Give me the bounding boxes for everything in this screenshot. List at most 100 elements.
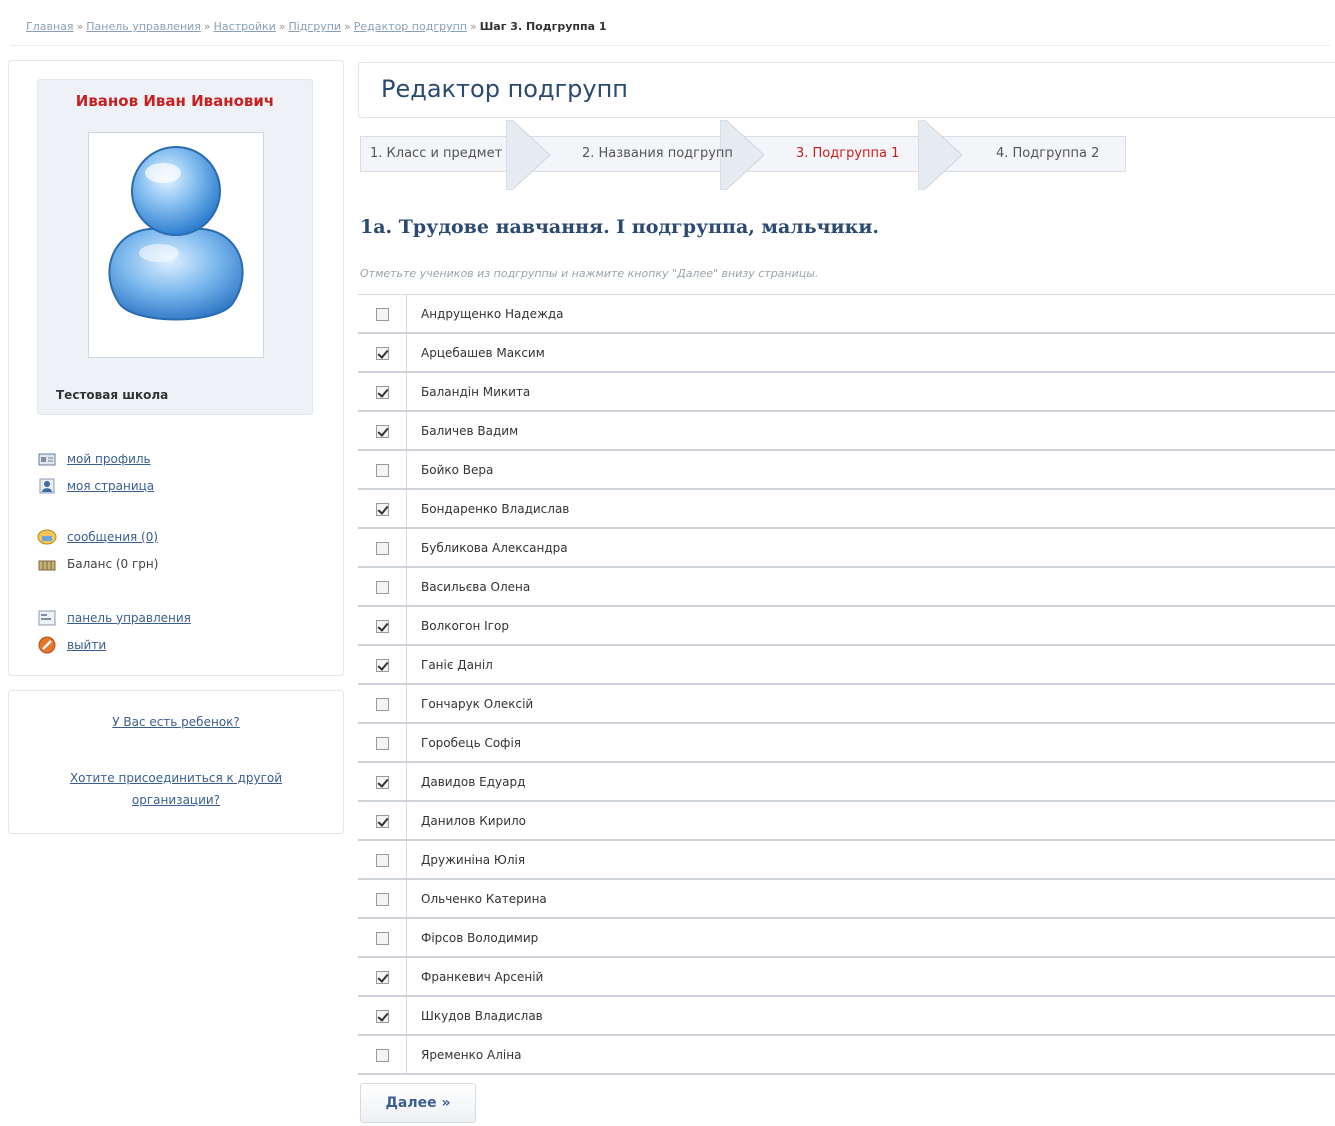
student-name: Шкудов Владислав	[406, 996, 1335, 1036]
step-3-subgroup-1[interactable]: 3. Подгруппа 1	[796, 146, 899, 161]
student-name: Баличев Вадим	[406, 411, 1335, 451]
checkbox-cell	[358, 645, 407, 685]
student-checkbox[interactable]	[375, 814, 389, 828]
profile-card-icon	[37, 451, 57, 467]
wizard-steps: 1. Класс и предмет 2. Названия подгрупп …	[360, 120, 1140, 190]
breadcrumb-separator: »	[278, 20, 286, 33]
table-row: Фірсов Володимир	[358, 918, 1335, 958]
students-table: Андрущенко Надежда Арцебашев Максим Баланд…	[358, 294, 1335, 1075]
student-name: Бондаренко Владислав	[406, 489, 1335, 529]
breadcrumb-separator: »	[344, 20, 351, 33]
checkbox-cell	[358, 372, 407, 412]
student-checkbox[interactable]	[375, 307, 389, 321]
control-panel-link[interactable]: панель управления	[67, 611, 191, 625]
checkbox-cell	[358, 801, 407, 841]
school-name: Тестовая школа	[56, 388, 169, 402]
my-profile-link[interactable]: мой профиль	[67, 452, 151, 466]
student-name: Дружиніна Юлія	[406, 840, 1335, 880]
student-checkbox[interactable]	[375, 385, 389, 399]
student-name: Гончарук Олексій	[406, 684, 1335, 724]
breadcrumb-separator: »	[469, 20, 477, 33]
table-row: Бойко Вера	[358, 450, 1335, 490]
student-name: Франкевич Арсеній	[406, 957, 1335, 997]
table-row: Ганіє Данiл	[358, 645, 1335, 685]
table-row: Давидов Едуард	[358, 762, 1335, 802]
user-page-icon	[37, 478, 57, 494]
join-organization-line-2: организации?	[131, 793, 221, 807]
student-checkbox[interactable]	[375, 502, 389, 516]
messages-link[interactable]: сообщения (0)	[67, 530, 158, 544]
table-row: Бубликова Александра	[358, 528, 1335, 568]
student-name: Арцебашев Максим	[406, 333, 1335, 373]
logout-link[interactable]: выйти	[67, 638, 106, 652]
breadcrumb-control-panel-link[interactable]: Панель управления	[86, 20, 201, 33]
table-row: Волкогон Ігор	[358, 606, 1335, 646]
student-checkbox[interactable]	[375, 697, 389, 711]
student-checkbox[interactable]	[375, 775, 389, 789]
student-name: Баландін Микита	[406, 372, 1335, 412]
control-menu: панель управления выйти	[37, 604, 191, 658]
next-button[interactable]: Далее »	[360, 1083, 476, 1123]
checkbox-cell	[358, 879, 407, 919]
checkbox-cell	[358, 918, 407, 958]
have-child-link[interactable]: У Вас есть ребенок?	[112, 715, 240, 729]
student-checkbox[interactable]	[375, 1009, 389, 1023]
table-row: Баландін Микита	[358, 372, 1335, 412]
checkbox-cell	[358, 606, 407, 646]
table-row: Ольченко Катерина	[358, 879, 1335, 919]
profile-card: Иванов Иван Иванович Тестовая школа мой …	[8, 60, 344, 676]
checkbox-cell	[358, 684, 407, 724]
step-arrow-icon	[506, 120, 551, 190]
student-name: Ганіє Данiл	[406, 645, 1335, 685]
checkbox-cell	[358, 567, 407, 607]
step-2-subgroup-names[interactable]: 2. Названия подгрупп	[582, 146, 733, 161]
student-checkbox[interactable]	[375, 541, 389, 555]
instruction-hint: Отметьте учеников из подгруппы и нажмите…	[360, 267, 819, 280]
breadcrumb-home-link[interactable]: Главная	[26, 20, 74, 33]
avatar-person-icon	[108, 146, 244, 321]
student-checkbox[interactable]	[375, 424, 389, 438]
student-checkbox[interactable]	[375, 619, 389, 633]
join-organization-link[interactable]: Хотите присоединиться к другой организаци…	[70, 771, 282, 807]
step-1-class-subject[interactable]: 1. Класс и предмет	[370, 146, 502, 161]
student-checkbox[interactable]	[375, 970, 389, 984]
student-checkbox[interactable]	[375, 1048, 389, 1062]
breadcrumb-separator: »	[76, 20, 84, 33]
student-name: Волкогон Ігор	[406, 606, 1335, 646]
breadcrumb-subgroups-link[interactable]: Підгрупи	[289, 20, 342, 33]
checkbox-cell	[358, 723, 407, 763]
table-row: Андрущенко Надежда	[358, 294, 1335, 334]
side-links-card: У Вас есть ребенок? Хотите присоединитьс…	[8, 690, 344, 834]
logout-icon	[37, 636, 57, 653]
table-row: Франкевич Арсеній	[358, 957, 1335, 997]
avatar[interactable]	[88, 132, 264, 358]
checkbox-cell	[358, 294, 407, 334]
checkbox-cell	[358, 1035, 407, 1075]
table-row: Васильєва Олена	[358, 567, 1335, 607]
checkbox-cell	[358, 333, 407, 373]
student-checkbox[interactable]	[375, 580, 389, 594]
my-page-link[interactable]: моя страница	[67, 479, 154, 493]
table-row: Горобець Софія	[358, 723, 1335, 763]
table-row: Дружиніна Юлія	[358, 840, 1335, 880]
student-checkbox[interactable]	[375, 931, 389, 945]
student-checkbox[interactable]	[375, 892, 389, 906]
breadcrumb-settings-link[interactable]: Настройки	[214, 20, 276, 33]
student-name: Ольченко Катерина	[406, 879, 1335, 919]
checkbox-cell	[358, 411, 407, 451]
student-name: Давидов Едуард	[406, 762, 1335, 802]
section-title: 1а. Трудове навчання. I подгруппа, мальч…	[360, 216, 880, 238]
student-checkbox[interactable]	[375, 658, 389, 672]
checkbox-cell	[358, 762, 407, 802]
student-name: Васильєва Олена	[406, 567, 1335, 607]
breadcrumb-subgroup-editor-link[interactable]: Редактор подгрупп	[354, 20, 467, 33]
table-row: Баличев Вадим	[358, 411, 1335, 451]
student-checkbox[interactable]	[375, 853, 389, 867]
step-4-subgroup-2[interactable]: 4. Подгруппа 2	[996, 146, 1099, 161]
student-checkbox[interactable]	[375, 346, 389, 360]
checkbox-cell	[358, 996, 407, 1036]
student-name: Фірсов Володимир	[406, 918, 1335, 958]
student-checkbox[interactable]	[375, 736, 389, 750]
student-checkbox[interactable]	[375, 463, 389, 477]
table-row: Яременко Аліна	[358, 1035, 1335, 1075]
